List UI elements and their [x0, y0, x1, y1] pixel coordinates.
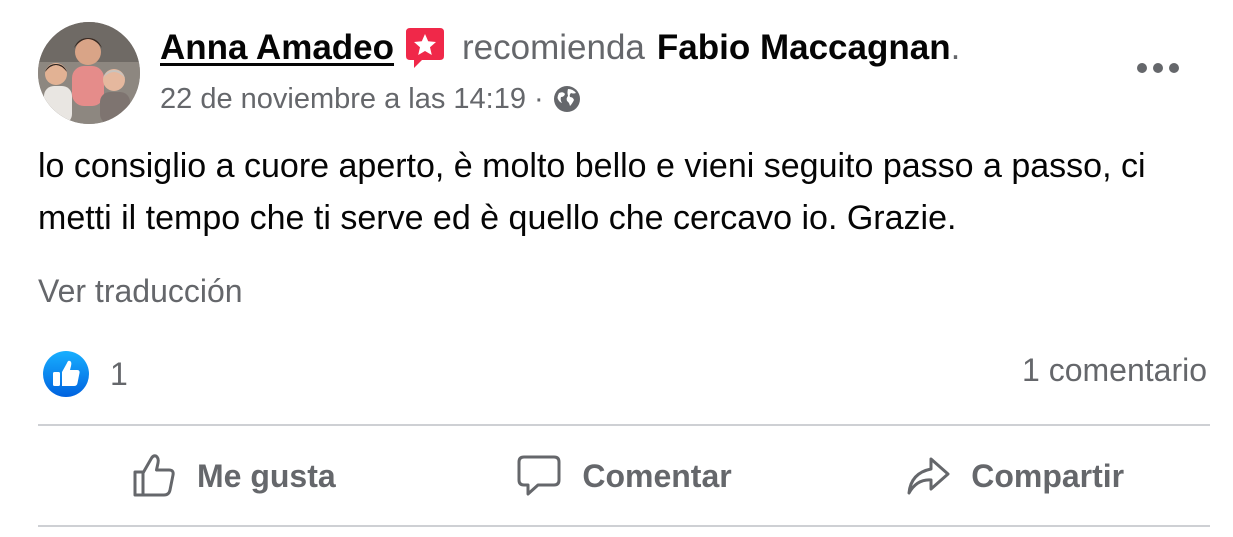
- recommended-page-link[interactable]: Fabio Maccagnan: [657, 28, 951, 68]
- see-translation-link[interactable]: Ver traducción: [38, 273, 243, 310]
- comment-count-link[interactable]: 1 comentario: [1022, 352, 1207, 389]
- like-button[interactable]: Me gusta: [38, 428, 429, 524]
- share-arrow-icon: [907, 457, 950, 495]
- review-post: Anna Amadeo recomienda Fabio Maccagnan .…: [0, 0, 1233, 537]
- like-button-label: Me gusta: [196, 457, 336, 494]
- like-reaction-icon: [42, 350, 90, 398]
- action-bar: Me gusta Comentar Compartir: [38, 428, 1210, 524]
- more-dots-icon: [1137, 63, 1179, 73]
- share-button-label: Compartir: [971, 457, 1125, 494]
- thumbs-up-icon: [133, 454, 175, 497]
- author-name-link[interactable]: Anna Amadeo: [160, 28, 394, 68]
- meta-separator: ·: [533, 82, 544, 115]
- comment-button-label: Comentar: [582, 457, 732, 494]
- divider: [38, 525, 1210, 527]
- recommendation-star-icon: [404, 26, 446, 70]
- comment-button[interactable]: Comentar: [429, 428, 820, 524]
- action-verb: recomienda: [462, 28, 645, 67]
- share-button[interactable]: Compartir: [819, 428, 1210, 524]
- reactions-summary[interactable]: 1: [42, 350, 128, 398]
- post-header: Anna Amadeo recomienda Fabio Maccagnan .: [160, 22, 960, 74]
- reaction-count: 1: [110, 355, 128, 392]
- comment-bubble-icon: [517, 455, 561, 496]
- timestamp-link[interactable]: 22 de noviembre a las 14:19: [160, 83, 526, 116]
- globe-icon[interactable]: [552, 84, 582, 114]
- divider: [38, 424, 1210, 426]
- header-period: .: [950, 28, 961, 67]
- more-options-button[interactable]: [1132, 50, 1184, 86]
- avatar[interactable]: [38, 22, 140, 124]
- post-body-text: lo consiglio a cuore aperto, è molto bel…: [38, 147, 1146, 237]
- post-meta: 22 de noviembre a las 14:19 ·: [160, 78, 582, 120]
